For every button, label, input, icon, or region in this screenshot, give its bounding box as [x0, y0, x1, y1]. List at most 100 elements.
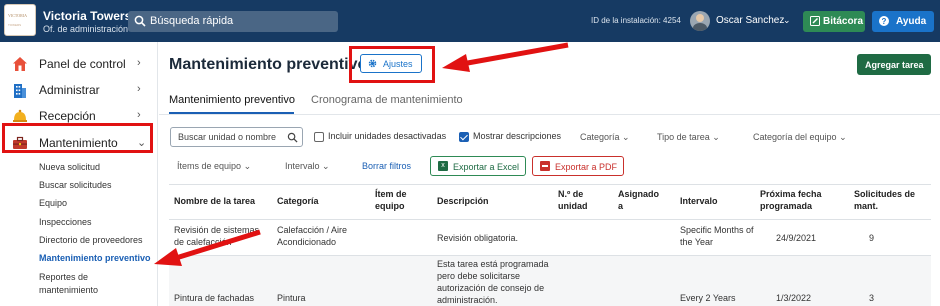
- sidebar-subitem-buscar-solicitudes[interactable]: Buscar solicitudes: [39, 180, 112, 190]
- col-header-category[interactable]: Categoría: [277, 195, 319, 207]
- table-row-1-category: Calefacción / Aire Acondicionado: [277, 225, 348, 247]
- tab-divider: [159, 114, 940, 115]
- sidebar: Panel de control › Administrar › Recepci…: [0, 42, 158, 306]
- sidebar-item-administrar[interactable]: Administrar ›: [0, 78, 158, 102]
- include-deactivated-checkbox[interactable]: [314, 132, 324, 142]
- pdf-icon: [540, 161, 550, 171]
- col-header-requests[interactable]: Solicitudes de mant.: [854, 188, 924, 212]
- interval-dropdown-label: Intervalo: [285, 161, 320, 171]
- equipment-category-dropdown-label: Categoría del equipo: [753, 132, 837, 142]
- bitacora-label: Bitácora: [823, 16, 864, 27]
- tab-mantenimiento-preventivo[interactable]: Mantenimiento preventivo: [169, 94, 295, 106]
- header-bottom-rule: [169, 219, 931, 220]
- property-role: Of. de administración: [43, 24, 129, 34]
- bell-icon: [13, 109, 27, 122]
- col-header-interval[interactable]: Intervalo: [680, 195, 718, 207]
- table-row-1-requests[interactable]: 9: [869, 232, 874, 244]
- category-dropdown-label: Categoría: [580, 132, 620, 142]
- sidebar-subitem-mantenimiento-preventivo[interactable]: Mantenimiento preventivo: [39, 253, 151, 263]
- sidebar-subitem-inspecciones[interactable]: Inspecciones: [39, 217, 92, 227]
- table-top-rule: [169, 184, 931, 185]
- add-task-label: Agregar tarea: [865, 60, 924, 70]
- annotation-arrow-settings: [442, 42, 569, 72]
- property-name[interactable]: Victoria Towers: [43, 9, 131, 23]
- chevron-right-icon: ›: [137, 57, 141, 69]
- top-bar: VICTORIA TOWERS Victoria Towers Of. de a…: [0, 0, 940, 42]
- equipment-category-dropdown[interactable]: Categoría del equipo ⌄: [753, 132, 847, 143]
- table-row-1-next-date: 24/9/2021: [776, 233, 817, 243]
- export-pdf-label: Exportar a PDF: [555, 162, 618, 172]
- installation-id: ID de la instalación: 4254: [591, 16, 681, 25]
- add-task-button[interactable]: Agregar tarea: [857, 54, 931, 75]
- category-dropdown[interactable]: Categoría ⌄: [580, 132, 630, 143]
- table-row-2-category: Pintura: [277, 293, 306, 303]
- chevron-down-icon: ⌄: [839, 132, 847, 142]
- sidebar-item-label: Panel de control: [39, 57, 126, 71]
- export-pdf-button[interactable]: Exportar a PDF: [532, 156, 624, 176]
- quick-search[interactable]: Búsqueda rápida: [128, 11, 338, 32]
- table-row-2-next-date: 1/3/2022: [776, 293, 812, 303]
- unit-search-input[interactable]: Buscar unidad o nombre: [170, 127, 303, 147]
- sidebar-item-label: Administrar: [39, 83, 100, 97]
- table-row-1-interval: Specific Months of the Year: [680, 225, 754, 247]
- interval-dropdown[interactable]: Intervalo ⌄: [285, 161, 330, 172]
- bitacora-button[interactable]: Bitácora: [803, 11, 865, 32]
- search-placeholder: Búsqueda rápida: [150, 15, 234, 27]
- sidebar-subitem-reportes-line2[interactable]: mantenimiento: [39, 285, 98, 295]
- col-header-assigned[interactable]: Asignado a: [618, 188, 659, 212]
- svg-text:?: ?: [882, 17, 887, 26]
- table-row-1-description: Revisión obligatoria.: [437, 233, 519, 243]
- chevron-down-icon: ⌄: [622, 132, 630, 142]
- annotation-arrow-active-item: [154, 229, 261, 266]
- equipment-items-dropdown-label: Ítems de equipo: [177, 161, 242, 171]
- chevron-down-icon: ⌄: [243, 161, 252, 171]
- tab-cronograma[interactable]: Cronograma de mantenimiento: [311, 94, 463, 106]
- question-icon: ?: [879, 16, 889, 26]
- table-row-2-description: Esta tarea está programada pero debe sol…: [437, 259, 549, 305]
- clear-filters-link[interactable]: Borrar filtros: [362, 161, 411, 171]
- page-title: Mantenimiento preventivo: [169, 56, 368, 73]
- show-descriptions-label: Mostrar descripciones: [473, 131, 562, 141]
- chevron-down-icon: ⌄: [322, 161, 330, 171]
- col-header-description[interactable]: Descripción: [437, 195, 489, 207]
- sidebar-subitem-proveedores[interactable]: Directorio de proveedores: [39, 235, 143, 245]
- equipment-items-dropdown[interactable]: Ítems de equipo ⌄: [177, 161, 251, 172]
- logo-text: VICTORIA: [8, 13, 28, 18]
- sidebar-item-label: Recepción: [39, 109, 96, 123]
- property-logo[interactable]: VICTORIA TOWERS: [4, 4, 36, 36]
- col-header-task-name[interactable]: Nombre de la tarea: [174, 195, 255, 207]
- export-excel-label: Exportar a Excel: [453, 162, 520, 172]
- edit-icon: [810, 16, 820, 26]
- user-menu[interactable]: Oscar Sanchez: [716, 15, 784, 26]
- annotation-box-settings: [349, 46, 435, 83]
- sidebar-subitem-reportes[interactable]: Reportes de: [39, 272, 88, 282]
- table-row-2-requests[interactable]: 3: [869, 292, 874, 304]
- chevron-down-icon: ⌄: [712, 132, 720, 142]
- search-icon: [287, 132, 298, 143]
- col-header-next-date[interactable]: Próxima fecha programada: [760, 188, 830, 212]
- task-type-dropdown[interactable]: Tipo de tarea ⌄: [657, 132, 720, 143]
- chevron-right-icon: ›: [137, 109, 141, 121]
- unit-search-placeholder: Buscar unidad o nombre: [178, 132, 277, 142]
- building-icon: [14, 84, 26, 98]
- export-excel-button[interactable]: x Exportar a Excel: [430, 156, 526, 176]
- excel-icon: x: [438, 161, 448, 171]
- annotation-box-mantenimiento: [2, 123, 153, 153]
- show-descriptions-checkbox[interactable]: [459, 132, 469, 142]
- avatar[interactable]: [690, 11, 710, 31]
- help-label: Ayuda: [896, 16, 927, 27]
- chevron-down-icon[interactable]: ⌄: [783, 15, 791, 26]
- sidebar-subitem-equipo[interactable]: Equipo: [39, 198, 67, 208]
- table-row-2-name[interactable]: Pintura de fachadas: [174, 292, 254, 304]
- help-button[interactable]: ? Ayuda: [872, 11, 934, 32]
- col-header-equipment[interactable]: Ítem de equipo: [375, 188, 417, 212]
- sidebar-subitem-nueva-solicitud[interactable]: Nueva solicitud: [39, 162, 100, 172]
- task-type-dropdown-label: Tipo de tarea: [657, 132, 710, 142]
- chevron-right-icon: ›: [137, 83, 141, 95]
- sidebar-item-panel[interactable]: Panel de control ›: [0, 52, 158, 76]
- include-deactivated-label: Incluir unidades desactivadas: [328, 131, 447, 141]
- logo-subtext: TOWERS: [8, 23, 22, 27]
- col-header-unit[interactable]: N.º de unidad: [558, 188, 598, 212]
- search-icon: [134, 15, 146, 27]
- table-row-2-interval: Every 2 Years: [680, 293, 736, 303]
